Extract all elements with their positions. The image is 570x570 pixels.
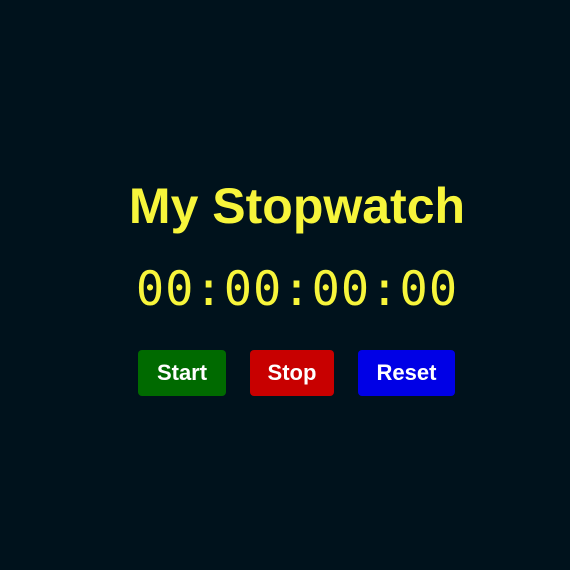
reset-button[interactable]: Reset bbox=[358, 350, 455, 396]
page-title: My Stopwatch bbox=[128, 178, 466, 234]
start-button[interactable]: Start bbox=[138, 350, 226, 396]
stop-button[interactable]: Stop bbox=[250, 350, 334, 396]
time-display: 00:00:00:00 bbox=[135, 262, 459, 317]
stopwatch-app: My Stopwatch 00:00:00:00 Start Stop Rese… bbox=[0, 0, 570, 570]
